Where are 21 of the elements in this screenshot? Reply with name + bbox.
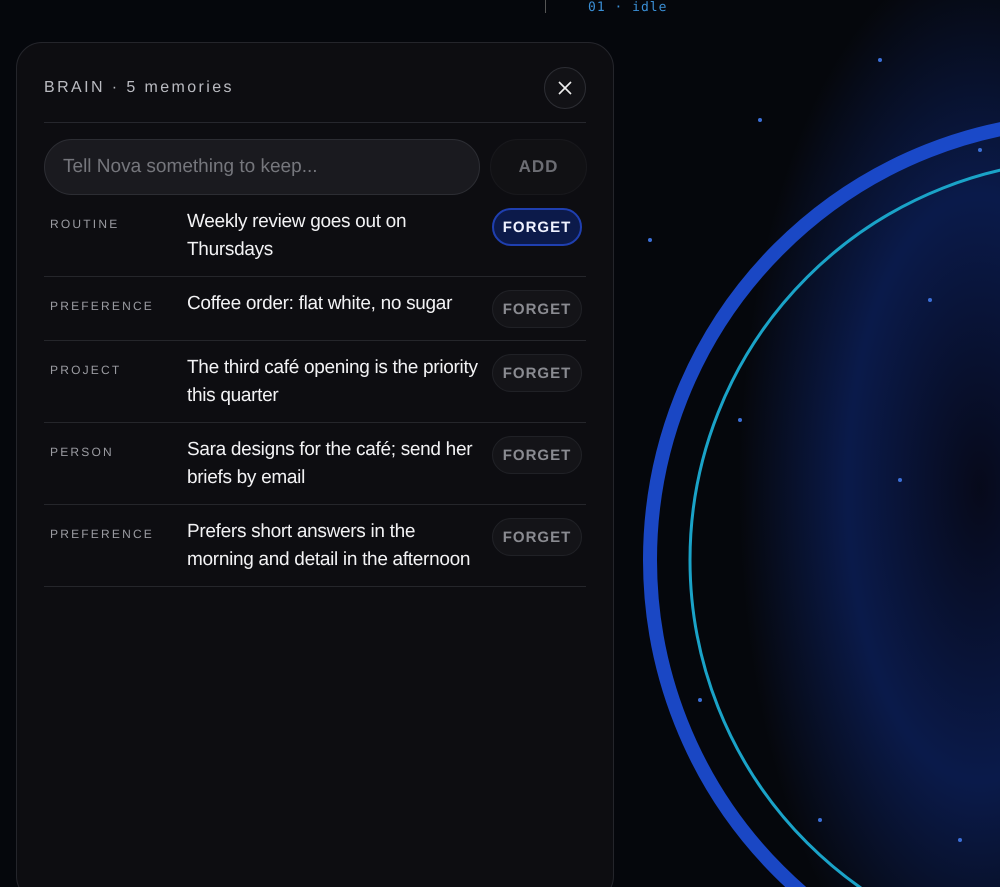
- forget-button[interactable]: FORGET: [492, 290, 582, 328]
- close-button[interactable]: [544, 67, 586, 109]
- memory-input-field[interactable]: Tell Nova something to keep...: [44, 139, 480, 195]
- category-label: PROJECT: [49, 362, 122, 377]
- memory-text: Prefers short answers in the morning and detail in the afternoon: [187, 520, 472, 572]
- forget-button[interactable]: FORGET: [492, 208, 582, 246]
- status-text: 01 · idle: [588, 1, 668, 15]
- forget-button[interactable]: FORGET: [492, 354, 582, 392]
- close-icon: [558, 81, 572, 95]
- panel-title: BRAIN · 5 memories: [44, 79, 234, 97]
- category-label: ROUTINE: [49, 216, 120, 231]
- memory-text: The third café opening is the priority this quarter: [187, 356, 479, 408]
- memory-text: Sara designs for the café; send her briefs by email: [187, 438, 474, 490]
- category-label: PERSON: [49, 444, 115, 459]
- forget-button[interactable]: FORGET: [492, 518, 582, 556]
- category-label: PREFERENCE: [49, 526, 156, 541]
- add-button[interactable]: ADD: [490, 139, 587, 195]
- forget-button[interactable]: FORGET: [492, 436, 582, 474]
- category-label: PREFERENCE: [49, 298, 156, 313]
- memory-text: Weekly review goes out on Thursdays: [187, 210, 408, 262]
- memory-text: Coffee order: flat white, no sugar: [187, 292, 454, 316]
